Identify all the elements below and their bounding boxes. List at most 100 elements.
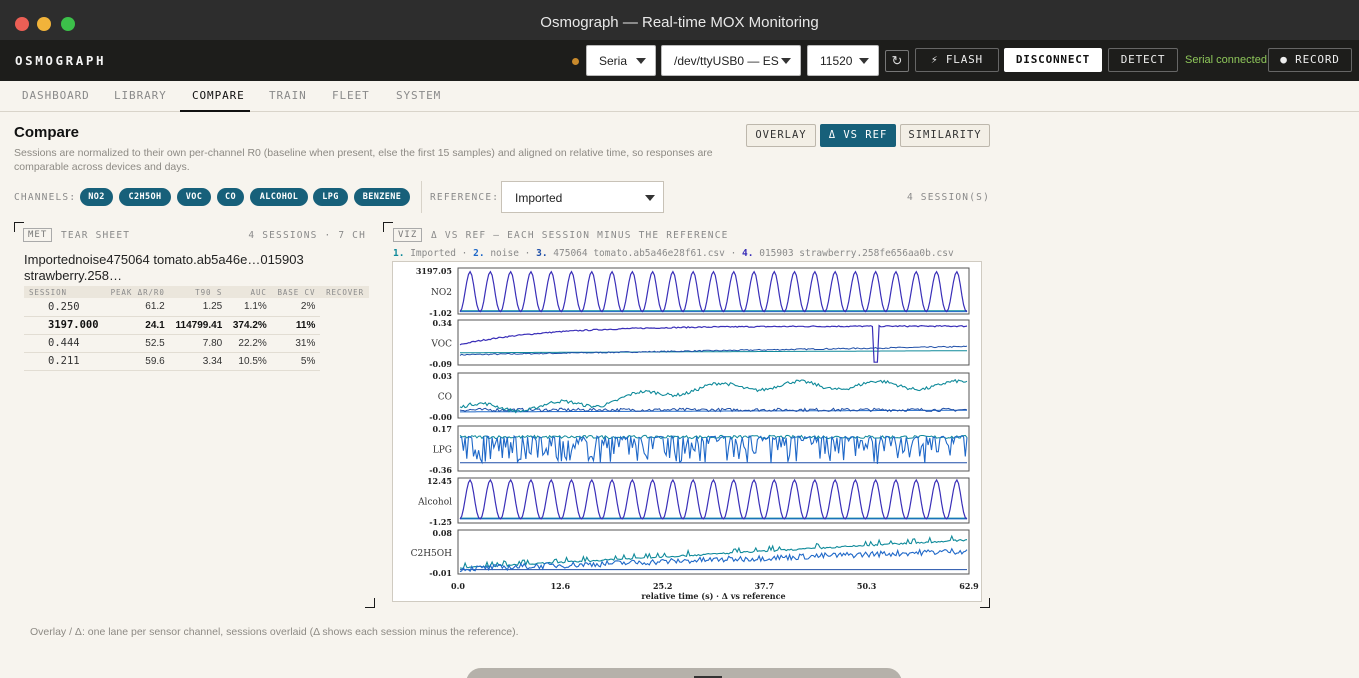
table-row: 0.250 61.2 1.25 1.1% 2% [24,298,369,317]
overlay-view-button[interactable]: OVERLAY [746,124,816,147]
table-cell [320,298,369,316]
table-cell: 5% [271,352,321,371]
tab-library[interactable]: LIBRARY [114,89,167,102]
reference-label: REFERENCE: [430,192,500,203]
table-cell: 374.2% [227,316,272,335]
compare-description: Sessions are normalized to their own per… [14,147,713,173]
legend-number: 1. [393,248,405,259]
x-tick-label: 12.6 [551,581,571,591]
refresh-ports-button[interactable]: ↻ [885,50,909,72]
x-tick-label: 0.0 [451,581,465,591]
tear-sheet-meta: 4 SESSIONS · 7 CH [248,230,366,241]
footnote: Overlay / Δ: one lane per sensor channel… [30,626,519,638]
delta-vs-ref-view-button[interactable]: Δ VS REF [820,124,896,147]
lane-frame [457,477,970,524]
lane-frame [457,425,970,472]
lane-ymax-label: 12.45 [427,476,452,486]
legend-number: 2. [473,248,485,259]
met-badge: MET [23,228,53,242]
similarity-view-button[interactable]: SIMILARITY [900,124,990,147]
lane-ymin-label: -1.25 [429,517,452,527]
reference-select[interactable]: Imported [501,181,664,213]
panel-corner-bracket [365,598,375,608]
channel-chip-alcohol[interactable]: ALCOHOL [250,188,308,206]
tear-sheet-table: SESSION PEAK ΔR/R0 T90 S AUC BASE CV REC… [24,286,369,371]
channel-chip-no2[interactable]: NO2 [80,188,113,206]
legend-entry: noise [490,248,519,259]
tab-train[interactable]: TRAIN [269,89,307,102]
lane-frame [457,267,970,315]
bottom-scroll-handle[interactable] [466,668,902,678]
tab-compare[interactable]: COMPARE [192,89,245,102]
connection-status: Serial connected [1185,54,1267,66]
lane-ymax-label: 3197.05 [416,266,452,276]
table-row: 0.211 59.6 3.34 10.5% 5% [24,352,369,371]
protocol-select[interactable]: Seria [586,45,656,76]
table-cell: 7.80 [169,334,228,353]
window-titlebar: Osmograph — Real-time MOX Monitoring [0,0,1359,40]
table-cell: 2% [271,298,321,317]
disconnect-button[interactable]: DISCONNECT [1004,48,1102,72]
lane-channel-label: C2H5OH [411,549,453,559]
lane-channel-label: LPG [433,446,452,456]
table-cell: 61.2 [104,298,170,317]
table-cell: 1.1% [227,298,272,317]
channel-chip-benzene[interactable]: BENZENE [354,188,410,206]
chevron-down-icon [859,58,869,64]
delta-chart[interactable]: NO2 3197.05 -1.02 VOC 0.34 -0.09 CO 0.03 -0.00 LP… [392,261,982,602]
table-cell: 0.211 [24,352,105,371]
table-cell: 59.6 [104,352,170,371]
baud-select[interactable]: 11520 [807,45,879,76]
x-axis-label: relative time (s) · Δ vs reference [641,591,785,601]
channel-chip-voc[interactable]: VOC [177,188,211,206]
channel-chip-co[interactable]: CO [217,188,244,206]
lane-channel-label: CO [438,393,452,403]
channel-chip-lpg[interactable]: LPG [313,188,348,206]
legend-entry: 475064 tomato.ab5a46e28f61.csv [553,248,725,259]
lane-ymax-label: 0.34 [433,318,453,328]
viz-badge: VIZ [393,228,423,242]
lane-ymin-label: -1.02 [429,308,452,318]
tab-system[interactable]: SYSTEM [396,89,441,102]
legend-entry: 015903 strawberry.258fe656aa0b.csv [759,248,954,259]
port-select[interactable]: /dev/ttyUSB0 — ES [661,45,801,76]
lane-ymax-label: 0.08 [433,528,453,538]
table-cell [320,352,369,370]
column-header: PEAK ΔR/R0 [104,286,170,298]
table-cell: 31% [271,334,321,353]
page-title: Compare [14,124,80,141]
tab-dashboard[interactable]: DASHBOARD [22,89,90,102]
x-tick-label: 62.9 [959,581,979,591]
table-cell: 1.25 [169,298,228,317]
record-button[interactable]: ● RECORD [1268,48,1352,72]
active-tab-indicator [180,110,250,112]
table-cell: 10.5% [227,352,272,371]
panel-corner-bracket [383,222,393,232]
tab-fleet[interactable]: FLEET [332,89,370,102]
window-title: Osmograph — Real-time MOX Monitoring [540,14,819,31]
chevron-down-icon [645,195,655,201]
column-header: T90 S [169,286,228,298]
x-tick-label: 37.7 [755,581,774,591]
session-count: 4 SESSION(S) [906,192,990,203]
table-cell: 24.1 [104,316,170,335]
legend-number: 3. [536,248,548,259]
brand-logo: OSMOGRAPH [15,53,107,68]
table-cell: 0.444 [24,334,105,353]
lane-ymin-label: -0.01 [429,568,452,578]
detect-button[interactable]: DETECT [1108,48,1178,72]
table-cell: 22.2% [227,334,272,353]
baud-select-value: 11520 [820,54,853,68]
lane-channel-label: NO2 [431,288,452,298]
chart-legend: 1. Imported · 2. noise · 3. 475064 tomat… [393,248,954,259]
table-cell: 11% [271,316,321,335]
flash-button[interactable]: ⚡ FLASH [915,48,999,72]
x-tick-label: 25.2 [653,581,672,591]
channel-chip-c2h5oh[interactable]: C2H5OH [119,188,171,206]
protocol-select-value: Seria [599,54,628,68]
viz-label: Δ VS REF — EACH SESSION MINUS THE REFERE… [431,230,729,241]
lane-ymin-label: -0.36 [429,465,452,475]
toolbar-divider [421,181,422,213]
lane-ymax-label: 0.17 [433,424,452,434]
column-header: BASE CV [271,286,321,298]
